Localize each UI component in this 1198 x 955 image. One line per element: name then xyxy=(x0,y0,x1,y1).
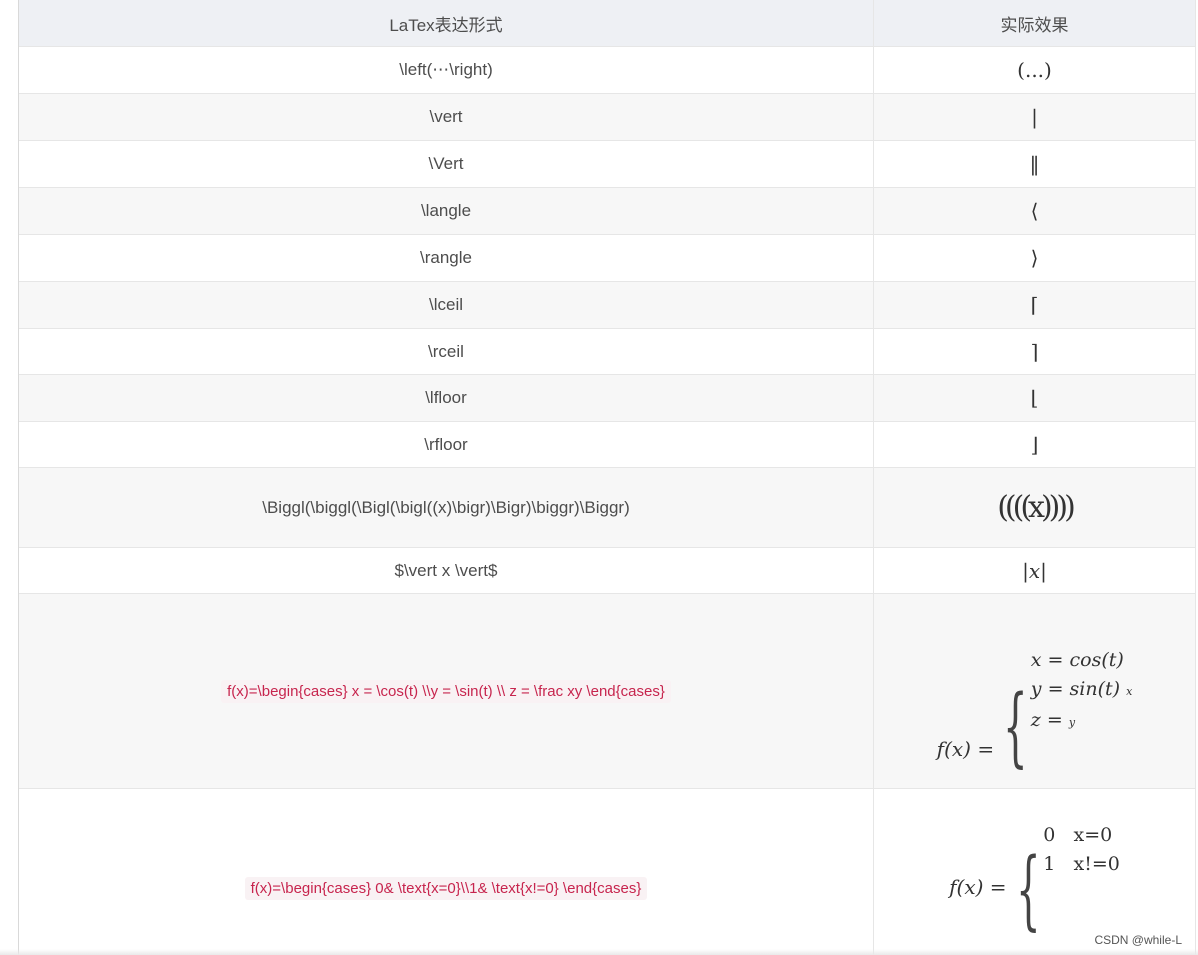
inline-code: f(x)=\begin{cases} 0& \text{x=0}\\1& \te… xyxy=(244,877,648,900)
cases-formula: f(x) = { 0 x=0 1 x!=0 xyxy=(949,821,1120,940)
left-brace-icon: { xyxy=(1003,677,1028,778)
table-row: \lceil ⌈ xyxy=(19,282,1195,329)
result-cell: ⟨ xyxy=(1030,199,1039,223)
table-row: \vert | xyxy=(19,94,1195,141)
result-cell: f(x) = { 0 x=0 1 x!=0 xyxy=(874,789,1195,955)
latex-cell: \Vert xyxy=(19,141,874,187)
result-cell: |x| xyxy=(1022,558,1047,583)
result-cell: ⌈ xyxy=(1030,293,1039,317)
cases-formula: f(x) = { x = cos(t) y = sin(t) x z = y xyxy=(936,646,1133,778)
latex-cell: \left(⋯\right) xyxy=(19,47,874,93)
latex-cell: \Biggl(\biggl(\Bigl(\bigl((x)\bigr)\Bigr… xyxy=(19,468,874,547)
result-cell: ⟩ xyxy=(1030,246,1039,270)
left-brace-icon: { xyxy=(1015,839,1041,940)
latex-delimiter-table: LaTex表达形式 实际效果 \left(⋯\right) (...) \ver… xyxy=(18,0,1196,955)
table-row: \rangle ⟩ xyxy=(19,235,1195,282)
inline-code: f(x)=\begin{cases} x = \cos(t) \\y = \si… xyxy=(221,679,671,703)
table-row: \rfloor ⌋ xyxy=(19,422,1195,468)
latex-cell: \lfloor xyxy=(19,375,874,421)
case-line: 0 x=0 xyxy=(1043,824,1113,846)
case-line: 1 x!=0 xyxy=(1043,853,1120,875)
latex-cell: $\vert x \vert$ xyxy=(19,548,874,593)
case-lines: 0 x=0 1 x!=0 xyxy=(1043,821,1120,929)
function-label: f(x) = xyxy=(936,736,995,761)
table-row: \lfloor ⌊ xyxy=(19,375,1195,422)
table-row: \Vert ‖ xyxy=(19,141,1195,188)
latex-cell: \rangle xyxy=(19,235,874,281)
result-cell: ⌉ xyxy=(1030,339,1039,364)
watermark: CSDN @while-L xyxy=(1094,933,1182,947)
bottom-shadow xyxy=(0,949,1198,955)
table-header: LaTex表达形式 实际效果 xyxy=(19,0,1195,47)
header-actual-effect: 实际效果 xyxy=(1000,15,1069,35)
case-line: z = y xyxy=(1030,708,1076,731)
table-row: \left(⋯\right) (...) xyxy=(19,47,1195,94)
result-cell: | xyxy=(1031,105,1038,129)
function-label: f(x) = xyxy=(949,875,1007,899)
latex-cell: \rceil xyxy=(19,329,874,374)
table-row: \rceil ⌉ xyxy=(19,329,1195,375)
table-row: \langle ⟨ xyxy=(19,188,1195,235)
table-row: $\vert x \vert$ |x| xyxy=(19,548,1195,594)
result-cell: ⌋ xyxy=(1030,432,1039,457)
case-lines: x = cos(t) y = sin(t) x z = y xyxy=(1031,646,1133,767)
result-cell: ((((x)))) xyxy=(997,490,1076,525)
result-cell: ‖ xyxy=(1029,152,1040,176)
header-latex-form: LaTex表达形式 xyxy=(19,0,874,46)
table-row: f(x)=\begin{cases} 0& \text{x=0}\\1& \te… xyxy=(19,789,1195,955)
table-row: f(x)=\begin{cases} x = \cos(t) \\y = \si… xyxy=(19,594,1195,789)
latex-cell: f(x)=\begin{cases} x = \cos(t) \\y = \si… xyxy=(19,594,874,788)
latex-cell: \lceil xyxy=(19,282,874,328)
result-cell: f(x) = { x = cos(t) y = sin(t) x z = y xyxy=(874,594,1195,788)
table-row: \Biggl(\biggl(\Bigl(\bigl((x)\bigr)\Bigr… xyxy=(19,468,1195,548)
result-cell: ⌊ xyxy=(1030,386,1039,410)
latex-cell: \langle xyxy=(19,188,874,234)
case-line: x = cos(t) xyxy=(1030,648,1124,671)
latex-cell: f(x)=\begin{cases} 0& \text{x=0}\\1& \te… xyxy=(19,789,874,955)
latex-cell: \rfloor xyxy=(19,422,874,467)
case-line: y = sin(t) x xyxy=(1030,677,1133,700)
latex-cell: \vert xyxy=(19,94,874,140)
result-cell: (...) xyxy=(1017,58,1052,82)
